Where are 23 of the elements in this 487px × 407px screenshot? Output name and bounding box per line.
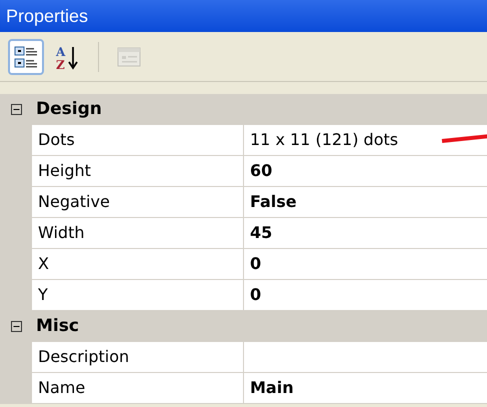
property-value[interactable]: Main (244, 373, 487, 403)
property-value[interactable]: 11 x 11 (121) dots (244, 125, 487, 155)
categorized-list-icon (13, 44, 39, 70)
category-label: Misc (35, 315, 79, 338)
property-name[interactable]: Width (32, 218, 244, 248)
property-value[interactable]: 0 (244, 280, 487, 310)
property-name[interactable]: Y (32, 280, 244, 310)
property-value[interactable]: 0 (244, 249, 487, 279)
property-name[interactable]: Description (32, 342, 244, 372)
category-label: Design (35, 98, 102, 121)
property-name[interactable]: Negative (32, 187, 244, 217)
collapse-icon[interactable] (10, 320, 22, 332)
collapse-icon[interactable] (10, 104, 22, 114)
property-name[interactable]: Height (32, 156, 244, 186)
property-value[interactable]: 60 (244, 156, 487, 186)
property-value[interactable]: False (244, 187, 487, 217)
property-name[interactable]: Dots (32, 125, 244, 155)
window-title: Properties (0, 0, 487, 32)
property-value[interactable]: 45 (244, 218, 487, 248)
sort-az-button[interactable]: A Z (50, 38, 86, 74)
categorized-list-button[interactable] (8, 38, 44, 74)
property-name[interactable]: Name (32, 373, 244, 403)
property-name[interactable]: X (32, 249, 244, 279)
